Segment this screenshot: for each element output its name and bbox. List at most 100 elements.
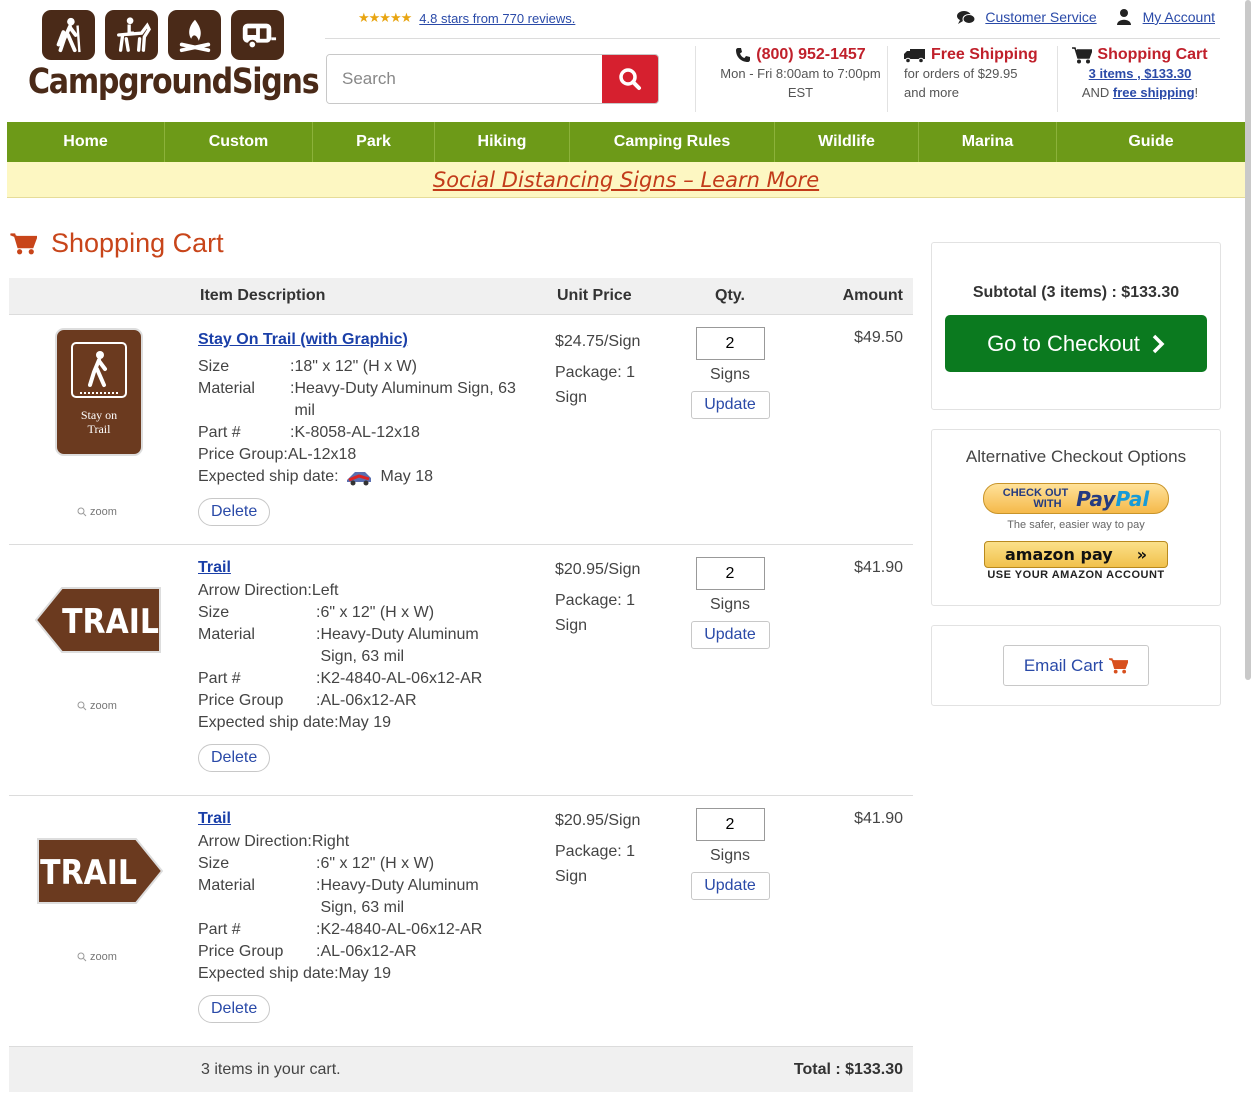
- cart-and: AND: [1081, 85, 1110, 100]
- qty-input[interactable]: [695, 557, 765, 590]
- promo-link[interactable]: Social Distancing Signs – Learn More: [433, 168, 819, 192]
- cart-item-count: 3 items in your cart.: [201, 1061, 341, 1078]
- page-title-text: Shopping Cart: [51, 228, 224, 258]
- phone-number[interactable]: (800) 952-1457: [756, 46, 865, 64]
- update-qty-button[interactable]: Update: [690, 391, 770, 419]
- alt-checkout-title: Alternative Checkout Options: [965, 447, 1187, 466]
- product-image[interactable]: TRAIL: [29, 836, 169, 966]
- user-icon: [1115, 9, 1133, 25]
- qty-cell: Signs Update: [689, 327, 771, 419]
- page-title: Shopping Cart: [10, 228, 224, 259]
- main-nav: Home Custom Park Hiking Camping Rules Wi…: [7, 122, 1245, 162]
- item-description: Trail Arrow Direction: Left Size: 6" x 1…: [198, 557, 500, 772]
- header-cart[interactable]: Shopping Cart 3 items , $133.30 AND free…: [1057, 46, 1222, 112]
- line-amount: $41.90: [854, 559, 903, 576]
- checkout-button[interactable]: Go to Checkout: [945, 315, 1207, 372]
- zoom-link[interactable]: zoom: [77, 700, 117, 712]
- shipping-info: Free Shipping for orders of $29.95 and m…: [887, 46, 1057, 112]
- nav-park[interactable]: Park: [313, 122, 435, 162]
- amazon-pay-button[interactable]: amazon pay »: [984, 541, 1168, 568]
- delete-item-button[interactable]: Delete: [198, 498, 271, 526]
- chevron-right-icon: [1152, 334, 1165, 353]
- phone-hours: Mon - Fri 8:00am to 7:00pm EST: [720, 66, 881, 100]
- nav-wildlife[interactable]: Wildlife: [775, 122, 919, 162]
- nav-marina[interactable]: Marina: [919, 122, 1057, 162]
- trail-right-sign: TRAIL: [37, 838, 164, 904]
- unit-price: $20.95/Sign Package: 1 Sign: [555, 561, 641, 634]
- ship-truck-icon: [346, 472, 371, 486]
- page-scrollbar[interactable]: [1245, 0, 1251, 680]
- qty-input[interactable]: [695, 327, 765, 360]
- campfire-icon: [168, 10, 221, 60]
- nav-camping-rules[interactable]: Camping Rules: [570, 122, 775, 162]
- cart-title: Shopping Cart: [1097, 46, 1208, 63]
- chat-icon: [957, 9, 976, 25]
- update-qty-button[interactable]: Update: [690, 872, 770, 900]
- cart-table: Item Description Unit Price Qty. Amount …: [9, 278, 913, 1092]
- svg-text:Stay on: Stay on: [81, 408, 117, 422]
- customer-service-link[interactable]: Customer Service: [985, 9, 1096, 25]
- cart-total: Total : $133.30: [793, 1061, 903, 1078]
- zoom-link[interactable]: zoom: [77, 506, 117, 518]
- amazon-tagline: USE YOUR AMAZON ACCOUNT: [987, 569, 1165, 581]
- rv-trailer-icon: [231, 10, 284, 60]
- delete-item-button[interactable]: Delete: [198, 744, 271, 772]
- search-input[interactable]: [327, 55, 602, 103]
- nav-guide[interactable]: Guide: [1057, 122, 1245, 162]
- col-qty: Qty.: [715, 287, 745, 304]
- promo-banner: Social Distancing Signs – Learn More: [7, 162, 1245, 198]
- email-cart-button[interactable]: Email Cart: [1003, 645, 1149, 686]
- unit-price: $24.75/Sign Package: 1 Sign: [555, 333, 641, 406]
- zoom-icon: [77, 507, 87, 517]
- zoom-link[interactable]: zoom: [77, 951, 117, 963]
- unit-price: $20.95/Sign Package: 1 Sign: [555, 812, 641, 885]
- my-account-link[interactable]: My Account: [1143, 9, 1215, 25]
- reviews-link[interactable]: 4.8 stars from 770 reviews.: [419, 11, 575, 26]
- alt-checkout-panel: Alternative Checkout Options CHECK OUT WI…: [931, 429, 1221, 606]
- cart-icon: [1109, 657, 1129, 674]
- nav-custom[interactable]: Custom: [165, 122, 313, 162]
- col-amount: Amount: [842, 287, 903, 304]
- double-chevron-icon: »: [1136, 545, 1148, 564]
- svg-text:Trail: Trail: [88, 422, 112, 436]
- item-description: Stay On Trail (with Graphic) Size: 18" x…: [198, 329, 519, 526]
- qty-cell: Signs Update: [689, 557, 771, 649]
- zoom-icon: [77, 952, 87, 962]
- paypal-tagline: The safer, easier way to pay: [1007, 519, 1145, 531]
- svg-text:TRAIL: TRAIL: [40, 852, 137, 892]
- product-image[interactable]: Stay on Trail: [29, 327, 169, 457]
- cart-footer: 3 items in your cart. Total : $133.30: [9, 1047, 913, 1092]
- table-row: Stay on Trail zoom Stay On Trail (with G…: [9, 315, 913, 545]
- shipping-subtitle: for orders of $29.95 and more: [904, 66, 1018, 100]
- cart-icon: [1072, 46, 1093, 63]
- header-divider: [325, 38, 1220, 39]
- amazon-pay-logo: amazon pay: [1004, 545, 1113, 564]
- col-description: Item Description: [200, 287, 326, 304]
- logo-icons: [42, 10, 308, 60]
- cart-summary-link[interactable]: 3 items , $133.30: [1089, 66, 1192, 81]
- trail-left-sign: TRAIL: [34, 587, 161, 653]
- item-title-link[interactable]: Stay On Trail (with Graphic): [198, 329, 408, 351]
- table-header: Item Description Unit Price Qty. Amount: [9, 278, 913, 315]
- search-button[interactable]: [602, 55, 658, 103]
- item-title-link[interactable]: Trail: [198, 808, 231, 830]
- cart-icon: [10, 232, 37, 254]
- item-title-link[interactable]: Trail: [198, 557, 231, 579]
- reviews-summary: ★★★★★ 4.8 stars from 770 reviews.: [358, 10, 575, 26]
- nav-hiking[interactable]: Hiking: [435, 122, 570, 162]
- qty-input[interactable]: [695, 808, 765, 841]
- search-icon: [619, 68, 641, 90]
- paypal-button[interactable]: CHECK OUT WITH PayPal: [983, 483, 1169, 514]
- email-cart-panel: Email Cart: [931, 625, 1221, 706]
- delete-item-button[interactable]: Delete: [198, 995, 271, 1023]
- free-shipping-link[interactable]: free shipping: [1113, 85, 1195, 100]
- col-unit-price: Unit Price: [557, 287, 632, 304]
- site-logo[interactable]: CampgroundSigns: [28, 10, 320, 110]
- update-qty-button[interactable]: Update: [690, 621, 770, 649]
- qty-cell: Signs Update: [689, 808, 771, 900]
- rating-stars: ★★★★★: [358, 10, 412, 25]
- checkout-panel: Subtotal (3 items) : $133.30 Go to Check…: [931, 242, 1221, 410]
- nav-home[interactable]: Home: [7, 122, 165, 162]
- product-image[interactable]: TRAIL: [29, 585, 169, 715]
- subtotal: Subtotal (3 items) : $133.30: [972, 284, 1180, 301]
